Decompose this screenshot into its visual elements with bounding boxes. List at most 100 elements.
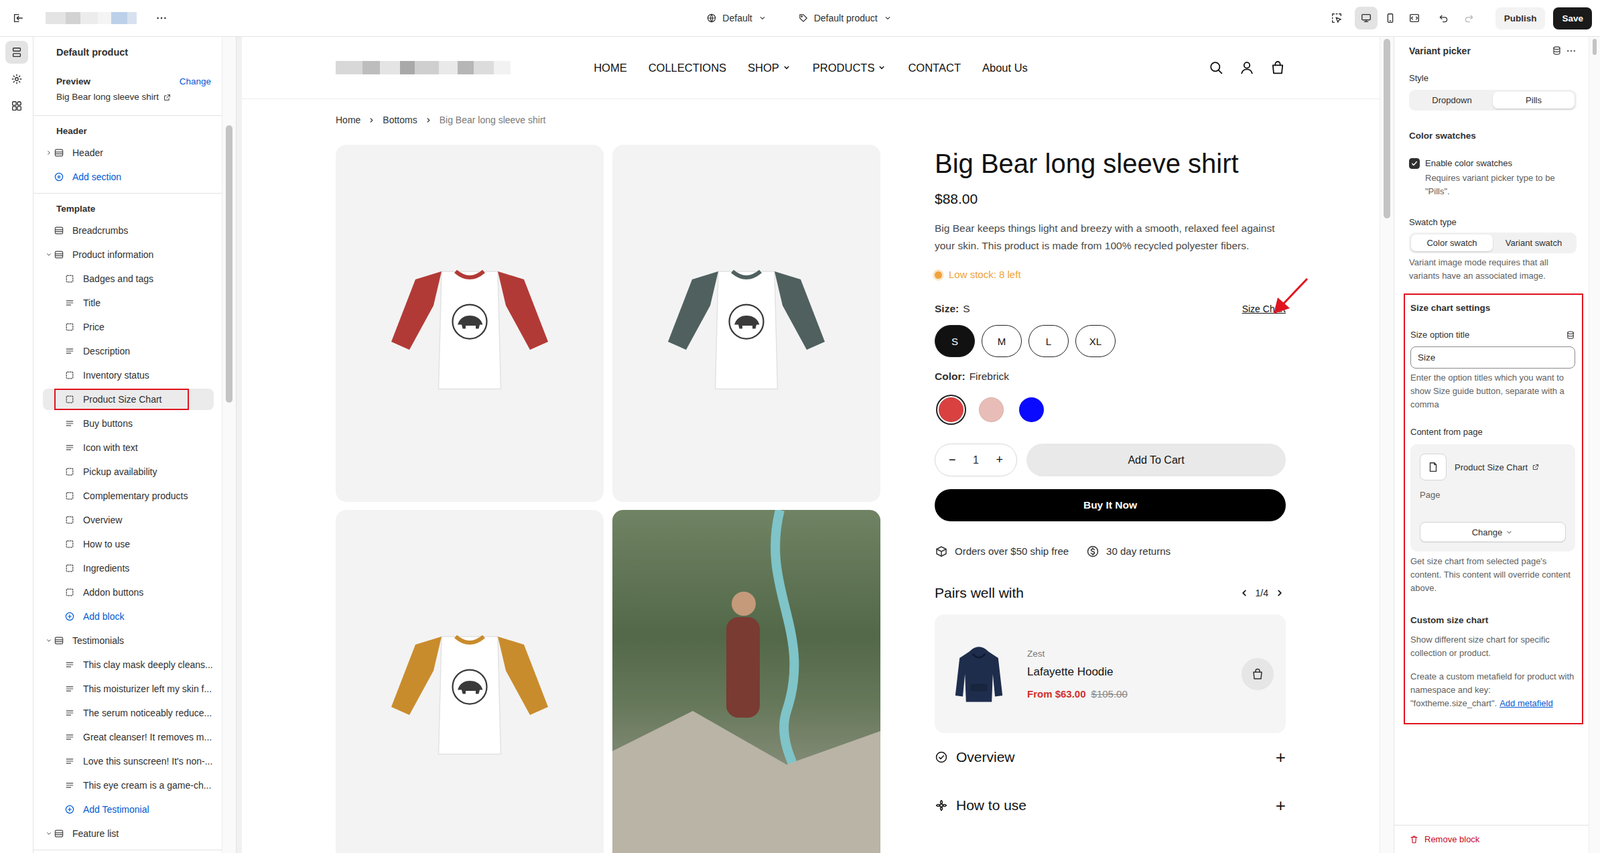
section-item[interactable]: Ingredients <box>42 557 214 579</box>
breadcrumb-item[interactable]: Home <box>335 114 361 126</box>
section-item[interactable]: Price <box>42 316 214 338</box>
size-option[interactable]: M <box>981 324 1022 358</box>
device-button[interactable] <box>1354 6 1378 30</box>
block-icon <box>64 538 76 550</box>
color-swatch[interactable] <box>1016 394 1047 425</box>
section-item[interactable]: Product information <box>42 243 214 266</box>
search-button[interactable] <box>1208 59 1225 76</box>
segment-option[interactable]: Dropdown <box>1411 91 1493 109</box>
section-item[interactable]: This moisturizer left my skin f... <box>42 678 214 700</box>
gallery-image[interactable] <box>335 144 604 502</box>
section-item[interactable]: Addon buttons <box>42 581 214 604</box>
nav-item[interactable]: COLLECTIONS <box>648 61 727 75</box>
remove-block-button[interactable]: Remove block <box>1394 824 1589 853</box>
accordion-row[interactable]: Overview+ <box>934 732 1286 782</box>
undo-button[interactable] <box>1432 6 1456 30</box>
section-item[interactable]: Great cleanser! It removes m... <box>42 726 214 748</box>
more-button[interactable] <box>1565 45 1577 57</box>
section-item[interactable]: Complementary products <box>42 485 214 507</box>
section-item[interactable]: Product Size Chart <box>42 388 214 411</box>
block-icon <box>64 369 76 381</box>
size-chart-link[interactable]: Size Chart <box>1242 300 1286 318</box>
color-swatch[interactable] <box>936 394 967 425</box>
nav-item[interactable]: PRODUCTS <box>812 61 888 75</box>
quick-add-button[interactable] <box>1241 657 1274 691</box>
section-item[interactable]: Title <box>42 292 214 314</box>
section-item[interactable]: Add section <box>42 166 214 188</box>
inspector-button[interactable] <box>1325 6 1349 30</box>
template-dropdown[interactable]: Default product <box>792 8 898 28</box>
add-icon <box>64 804 76 815</box>
section-item[interactable]: Header <box>42 142 214 164</box>
section-item[interactable]: How to use <box>42 533 214 555</box>
change-link[interactable]: Change <box>179 75 212 89</box>
device-button[interactable] <box>1378 6 1402 30</box>
page-name-row[interactable]: Product Size Chart <box>1454 462 1540 473</box>
section-item[interactable]: The serum noticeably reduce... <box>42 702 214 724</box>
add-to-cart-button[interactable]: Add To Cart <box>1026 443 1286 477</box>
publish-button[interactable]: Publish <box>1495 7 1546 30</box>
section-item[interactable]: Inventory status <box>42 364 214 386</box>
section-item[interactable]: Buy buttons <box>42 412 214 435</box>
color-swatch[interactable] <box>976 394 1007 425</box>
rail-button[interactable] <box>5 40 29 64</box>
item-label: Price <box>83 321 105 333</box>
section-item[interactable]: Icon with text <box>42 436 214 459</box>
size-option-input[interactable]: Size <box>1410 346 1576 369</box>
quantity-minus[interactable]: − <box>946 452 959 468</box>
dynamic-source-button[interactable] <box>1551 45 1562 57</box>
file-icon <box>1427 460 1440 474</box>
section-item[interactable]: Add Testimonial <box>42 798 214 821</box>
breadcrumb-item[interactable]: Bottoms <box>382 114 417 126</box>
checkbox[interactable] <box>1409 158 1420 169</box>
next-button[interactable] <box>1273 586 1286 599</box>
gallery-image[interactable] <box>612 509 881 853</box>
accordion-row[interactable]: How to use+ <box>934 781 1286 830</box>
quantity-plus[interactable]: + <box>992 452 1006 468</box>
section-item[interactable]: Pickup availability <box>42 460 214 483</box>
save-button[interactable]: Save <box>1553 7 1592 30</box>
cart-button[interactable] <box>1269 59 1286 76</box>
buy-now-button[interactable]: Buy It Now <box>934 489 1286 522</box>
pair-card[interactable]: ZestLafayette HoodieFrom $63.00$105.00 <box>934 614 1286 733</box>
preview-product[interactable]: Big Bear long sleeve shirt <box>56 90 212 104</box>
dynamic-source-button[interactable] <box>1565 330 1576 340</box>
theme-dropdown[interactable]: Default <box>700 8 772 28</box>
prev-button[interactable] <box>1238 586 1251 599</box>
nav-item[interactable]: SHOP <box>747 61 792 75</box>
redo-button[interactable] <box>1457 6 1481 30</box>
size-option[interactable]: L <box>1028 324 1069 358</box>
section-item[interactable]: This clay mask deeply cleans... <box>42 653 214 676</box>
more-button[interactable] <box>150 6 173 30</box>
rail-button[interactable] <box>5 94 29 118</box>
section-item[interactable]: Add block <box>42 605 214 628</box>
gallery-image[interactable] <box>335 509 604 853</box>
account-button[interactable] <box>1238 59 1255 76</box>
accordion-toggle[interactable]: + <box>1275 747 1286 768</box>
nav-item[interactable]: HOME <box>593 61 628 75</box>
nav-item[interactable]: About Us <box>982 61 1028 75</box>
gallery-image[interactable] <box>612 144 881 502</box>
section-item[interactable]: Badges and tags <box>42 268 214 290</box>
section-item[interactable]: This eye cream is a game-ch... <box>42 774 214 796</box>
segment-option[interactable]: Pills <box>1492 91 1575 109</box>
section-item[interactable]: Feature list <box>42 822 214 845</box>
add-metafield-link[interactable]: Add metafield <box>1499 698 1554 709</box>
accordion-toggle[interactable]: + <box>1275 795 1286 817</box>
size-option[interactable]: S <box>934 324 975 358</box>
section-item[interactable]: Breadcrumbs <box>42 219 214 242</box>
section-item[interactable]: Overview <box>42 509 214 531</box>
icon-part <box>880 67 885 70</box>
section-item[interactable]: Description <box>42 340 214 362</box>
quantity-value[interactable]: 1 <box>972 454 979 467</box>
section-item[interactable]: Love this sunscreen! It's non-... <box>42 750 214 772</box>
exit-button[interactable] <box>6 6 30 30</box>
rail-button[interactable] <box>5 67 29 91</box>
change-button[interactable]: Change <box>1419 521 1566 543</box>
nav-item[interactable]: CONTACT <box>907 61 961 75</box>
segment-option[interactable]: Color swatch <box>1411 234 1493 252</box>
size-option[interactable]: XL <box>1075 324 1116 358</box>
segment-option[interactable]: Variant swatch <box>1492 234 1575 252</box>
device-button[interactable] <box>1403 6 1426 30</box>
section-item[interactable]: Testimonials <box>42 629 214 652</box>
